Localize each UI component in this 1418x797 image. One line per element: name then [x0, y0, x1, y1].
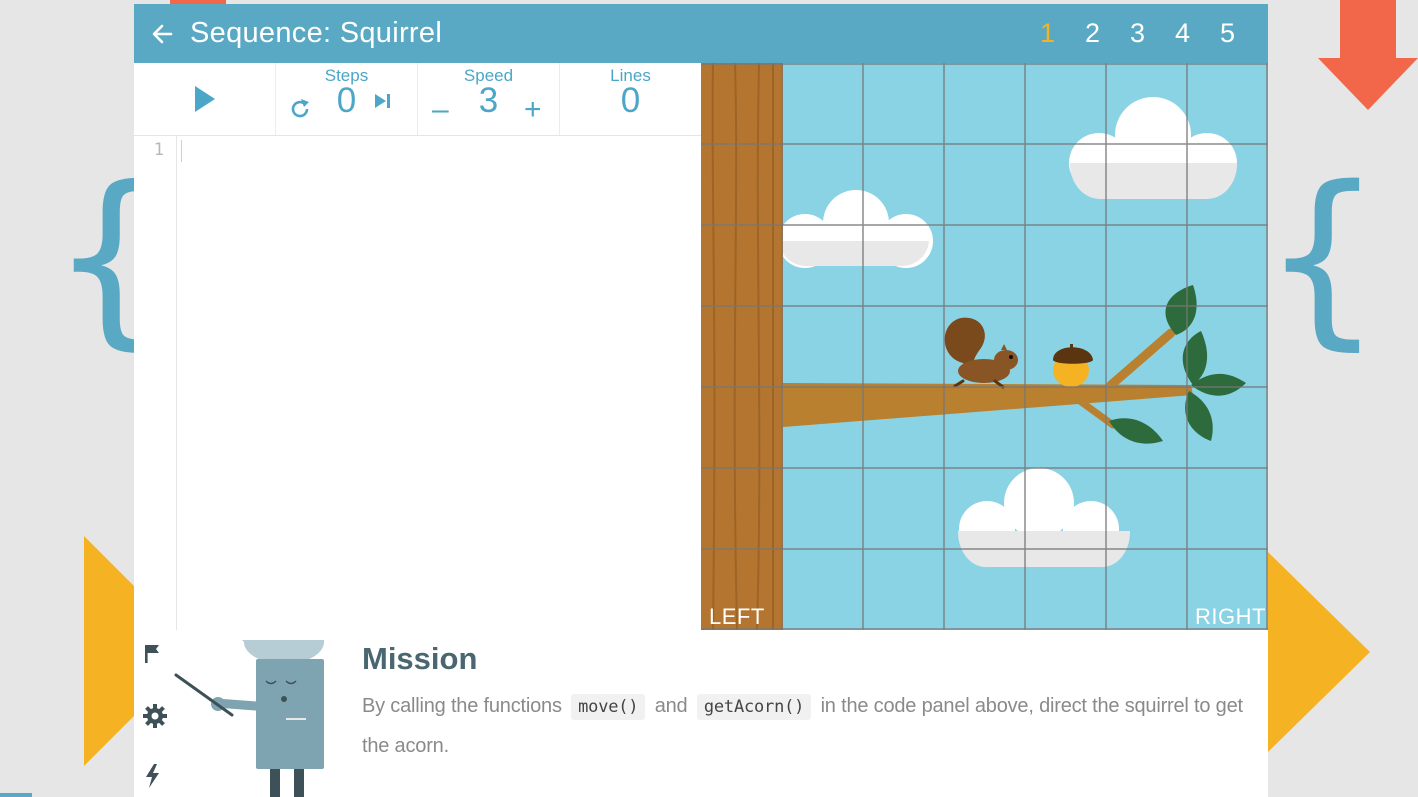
acorn	[1053, 344, 1093, 387]
cloud	[778, 190, 933, 268]
line-gutter: 1	[134, 136, 177, 630]
code-snippet-getacorn: getAcorn()	[696, 694, 812, 720]
settings-button[interactable]	[142, 703, 168, 734]
game-stage: LEFT RIGHT	[701, 63, 1268, 630]
cloud	[957, 468, 1131, 568]
hint-button[interactable]	[142, 763, 164, 794]
mission-panel: Mission By calling the functions move() …	[134, 631, 1268, 797]
step-forward-icon	[375, 94, 390, 108]
back-button[interactable]	[134, 4, 190, 63]
svg-text:{: {	[1262, 146, 1383, 367]
flag-button[interactable]	[142, 643, 164, 670]
lines-control: Lines 0	[560, 63, 701, 135]
speed-control: Speed – 3 +	[418, 63, 560, 135]
level-3[interactable]: 3	[1115, 18, 1160, 49]
level-bar: 1 2 3 4 5	[701, 4, 1268, 63]
step-forward-button[interactable]	[374, 93, 392, 114]
level-2[interactable]: 2	[1070, 18, 1115, 49]
flag-icon	[145, 645, 159, 663]
level-4[interactable]: 4	[1160, 18, 1205, 49]
play-icon	[195, 86, 215, 112]
app-window: Sequence: Squirrel 1 2 3 4 5 Steps 0 Spe…	[134, 4, 1268, 797]
play-control	[134, 63, 276, 135]
game-scene	[701, 63, 1268, 630]
arrow-left-icon	[152, 24, 173, 43]
steps-value: 0	[336, 81, 357, 120]
mission-text-part: By calling the functions	[362, 695, 562, 717]
control-bar: Steps 0 Speed – 3 + Lines 0	[134, 63, 701, 136]
level-5[interactable]: 5	[1205, 18, 1250, 49]
cloud	[1069, 97, 1238, 199]
squirrel	[944, 317, 1018, 389]
lightning-icon	[146, 764, 159, 788]
teacher-character	[174, 640, 324, 797]
play-button[interactable]	[194, 85, 216, 118]
mission-text-part: and	[654, 695, 688, 717]
code-editor: 1	[134, 136, 701, 630]
level-1[interactable]: 1	[1025, 18, 1070, 49]
level-selector: 1 2 3 4 5	[1025, 4, 1250, 63]
right-label: RIGHT	[1195, 604, 1266, 629]
lines-value: 0	[620, 81, 641, 120]
code-input-area[interactable]	[177, 136, 701, 630]
line-number: 1	[153, 140, 164, 160]
page-title: Sequence: Squirrel	[190, 17, 443, 49]
gear-icon	[143, 704, 167, 728]
code-snippet-move: move()	[571, 694, 646, 720]
speed-increase-button[interactable]: +	[524, 93, 542, 127]
header-bar: Sequence: Squirrel	[134, 4, 701, 63]
left-label: LEFT	[709, 604, 765, 629]
mission-description: By calling the functions move() and getA…	[362, 687, 1252, 766]
steps-control: Steps 0	[276, 63, 418, 135]
mission-title: Mission	[362, 641, 478, 676]
text-cursor	[181, 140, 182, 162]
